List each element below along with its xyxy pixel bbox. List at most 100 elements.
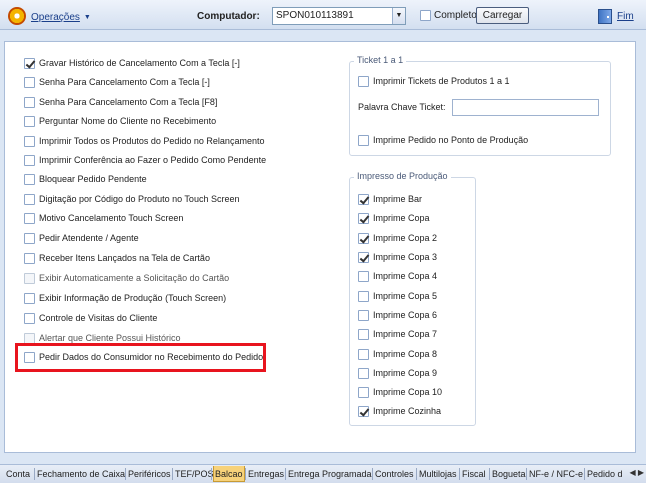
option-label: Controle de Visitas do Cliente	[39, 313, 158, 323]
tab-separator	[584, 468, 585, 480]
tab-balcao[interactable]: Balcao	[213, 466, 245, 482]
option-checkbox[interactable]	[24, 115, 35, 127]
option-checkbox[interactable]	[24, 76, 35, 88]
left-option-pedir-atendente-agente[interactable]: Pedir Atendente / Agente	[24, 231, 139, 245]
left-option-controle-de-visitas-do-cliente[interactable]: Controle de Visitas do Cliente	[24, 311, 157, 325]
production-option-imprime-bar[interactable]: Imprime Bar	[358, 192, 422, 206]
operations-menu[interactable]: Operações ▼	[8, 7, 91, 26]
print-tickets-checkbox[interactable]	[358, 75, 369, 87]
production-option-imprime-copa-4[interactable]: Imprime Copa 4	[358, 269, 437, 283]
tab-bogueta[interactable]: Bogueta	[491, 467, 527, 482]
left-option-gravar-historico-de-cancelamento-com-a-tecla[interactable]: Gravar Histórico de Cancelamento Com a T…	[24, 56, 240, 70]
option-checkbox[interactable]	[24, 173, 35, 185]
production-label: Imprime Copa 5	[373, 291, 438, 301]
option-label: Perguntar Nome do Cliente no Recebimento	[39, 116, 217, 126]
option-checkbox[interactable]	[24, 312, 35, 324]
tab-nf-e-nfc-e[interactable]: NF-e / NFC-e	[528, 467, 584, 482]
production-option-imprime-copa-10[interactable]: Imprime Copa 10	[358, 385, 442, 399]
production-checkbox[interactable]	[358, 348, 369, 360]
option-checkbox[interactable]	[24, 212, 35, 224]
left-option-motivo-cancelamento-touch-screen[interactable]: Motivo Cancelamento Touch Screen	[24, 211, 183, 225]
option-checkbox	[24, 332, 35, 344]
left-option-receber-itens-lancados-na-tela-de-cartao[interactable]: Receber Itens Lançados na Tela de Cartão	[24, 251, 210, 265]
left-option-digitacao-por-codigo-do-produto-no-touch-screen[interactable]: Digitação por Código do Produto no Touch…	[24, 192, 239, 206]
option-checkbox[interactable]	[24, 193, 35, 205]
production-checkbox[interactable]	[358, 328, 369, 340]
left-option-imprimir-todos-os-produtos-do-pedido-no-relancamento[interactable]: Imprimir Todos os Produtos do Pedido no …	[24, 134, 264, 148]
option-checkbox[interactable]	[24, 135, 35, 147]
production-option-imprime-copa-6[interactable]: Imprime Copa 6	[358, 308, 437, 322]
tab-entregas[interactable]: Entregas	[247, 467, 285, 482]
production-label: Imprime Copa 7	[373, 329, 438, 339]
production-checkbox[interactable]	[358, 386, 369, 398]
option-checkbox[interactable]	[24, 154, 35, 166]
tab-fiscal[interactable]: Fiscal	[461, 467, 487, 482]
keyword-input[interactable]	[452, 99, 599, 116]
left-option-imprimir-conferencia-ao-fazer-o-pedido-como-pendente[interactable]: Imprimir Conferência ao Fazer o Pedido C…	[24, 153, 266, 167]
tab-multilojas[interactable]: Multilojas	[418, 467, 458, 482]
production-checkbox[interactable]	[358, 405, 369, 417]
tab-separator	[125, 468, 126, 480]
print-point-label: Imprime Pedido no Ponto de Produção	[373, 135, 529, 145]
production-checkbox[interactable]	[358, 290, 369, 302]
tab-separator	[285, 468, 286, 480]
print-tickets-option[interactable]: Imprimir Tickets de Produtos 1 a 1	[358, 74, 510, 88]
option-label: Alertar que Cliente Possui Histórico	[39, 333, 181, 343]
production-label: Imprime Cozinha	[373, 406, 442, 416]
production-label: Imprime Copa 8	[373, 349, 438, 359]
complete-toggle[interactable]: Completo	[420, 10, 477, 21]
production-label: Imprime Copa 9	[373, 368, 438, 378]
left-option-senha-para-cancelamento-com-a-tecla[interactable]: Senha Para Cancelamento Com a Tecla [-]	[24, 75, 210, 89]
production-checkbox[interactable]	[358, 251, 369, 263]
option-checkbox[interactable]	[24, 252, 35, 264]
left-option-bloquear-pedido-pendente[interactable]: Bloquear Pedido Pendente	[24, 172, 147, 186]
tab-pedido-d[interactable]: Pedido d	[586, 467, 624, 482]
option-checkbox[interactable]	[24, 96, 35, 108]
production-option-imprime-copa[interactable]: Imprime Copa	[358, 211, 430, 225]
tab-strip: Conta Fechamento de Caixa Periféricos TEF/P…	[0, 464, 646, 483]
tab-entrega-programada[interactable]: Entrega Programada	[287, 467, 373, 482]
option-label: Motivo Cancelamento Touch Screen	[39, 213, 184, 223]
option-checkbox[interactable]	[24, 57, 35, 69]
left-option-perguntar-nome-do-cliente-no-recebimento[interactable]: Perguntar Nome do Cliente no Recebimento	[24, 114, 216, 128]
production-option-imprime-copa-3[interactable]: Imprime Copa 3	[358, 250, 437, 264]
production-checkbox[interactable]	[358, 232, 369, 244]
production-checkbox[interactable]	[358, 270, 369, 282]
production-group-title: Impresso de Produção	[354, 171, 451, 181]
production-option-imprime-cozinha[interactable]: Imprime Cozinha	[358, 404, 441, 418]
computer-select[interactable]: SPON010113891 ▼	[272, 7, 406, 25]
option-label: Exibir Automaticamente a Solicitação do …	[39, 273, 230, 283]
dropdown-arrow-icon[interactable]: ▼	[392, 8, 405, 24]
left-option-exibir-informacao-de-producao-touch-screen[interactable]: Exibir Informação de Produção (Touch Scr…	[24, 291, 226, 305]
production-checkbox[interactable]	[358, 309, 369, 321]
production-option-imprime-copa-8[interactable]: Imprime Copa 8	[358, 347, 437, 361]
tab-tef-pos[interactable]: TEF/POS	[174, 467, 215, 482]
production-option-imprime-copa-9[interactable]: Imprime Copa 9	[358, 366, 437, 380]
exit-door-icon	[598, 9, 612, 24]
production-option-imprime-copa-2[interactable]: Imprime Copa 2	[358, 231, 437, 245]
tab-conta[interactable]: Conta	[5, 467, 31, 482]
tab-perifericos[interactable]: Periféricos	[127, 467, 172, 482]
option-label: Gravar Histórico de Cancelamento Com a T…	[39, 58, 240, 68]
load-button[interactable]: Carregar	[476, 7, 529, 24]
complete-checkbox[interactable]	[420, 10, 431, 21]
option-checkbox[interactable]	[24, 232, 35, 244]
production-label: Imprime Copa 3	[373, 252, 438, 262]
production-label: Imprime Copa 10	[373, 387, 443, 397]
production-checkbox[interactable]	[358, 193, 369, 205]
option-checkbox[interactable]	[24, 292, 35, 304]
left-option-senha-para-cancelamento-com-a-tecla-f8[interactable]: Senha Para Cancelamento Com a Tecla [F8]	[24, 95, 217, 109]
print-point-option[interactable]: Imprime Pedido no Ponto de Produção	[358, 133, 528, 147]
tab-controles[interactable]: Controles	[374, 467, 415, 482]
exit-button[interactable]: Fim	[598, 9, 634, 24]
option-label: Bloquear Pedido Pendente	[39, 174, 147, 184]
option-label: Receber Itens Lançados na Tela de Cartão	[39, 253, 210, 263]
production-checkbox[interactable]	[358, 367, 369, 379]
tab-separator	[526, 468, 527, 480]
tab-fechamento-de-caixa[interactable]: Fechamento de Caixa	[36, 467, 126, 482]
print-point-checkbox[interactable]	[358, 134, 369, 146]
production-checkbox[interactable]	[358, 212, 369, 224]
production-option-imprime-copa-5[interactable]: Imprime Copa 5	[358, 289, 437, 303]
tab-scroll-arrows-icon[interactable]: ◀ ▶	[629, 468, 644, 477]
production-option-imprime-copa-7[interactable]: Imprime Copa 7	[358, 327, 437, 341]
